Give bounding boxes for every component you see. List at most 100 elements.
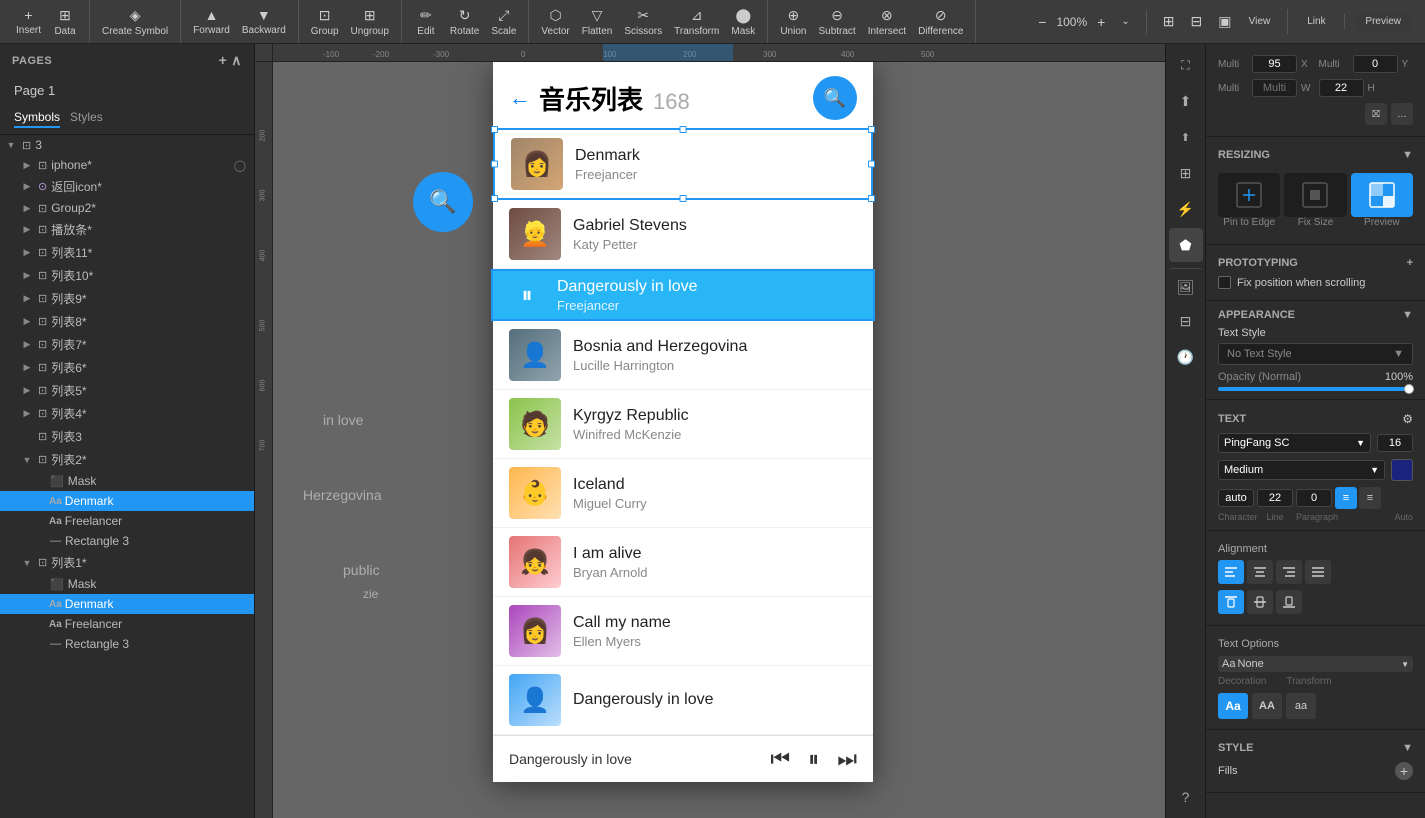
play-pause-button[interactable]: ⏸ (808, 746, 819, 772)
expand-list1-icon[interactable]: ▼ (20, 556, 34, 570)
vector-button[interactable]: ⬡ Vector (535, 5, 575, 39)
fix-size-button[interactable] (1284, 173, 1346, 217)
symbols-nav[interactable]: Symbols (14, 110, 60, 128)
layer-fanhui[interactable]: ▶ ⊙ 返回icon* (0, 175, 254, 198)
transform-AA-button[interactable]: AA (1252, 693, 1282, 719)
grid-view-button[interactable]: ⊟ (1169, 304, 1203, 338)
no-text-style-dropdown[interactable]: No Text Style ▼ (1218, 343, 1413, 365)
layer-list4[interactable]: ▶ ⊡ 列表4* (0, 402, 254, 425)
zoom-dropdown-button[interactable]: ⌄ (1115, 12, 1135, 31)
layer-group2[interactable]: ▶ ⊡ Group2* (0, 198, 254, 218)
page-1-item[interactable]: Page 1 (0, 77, 254, 104)
layer-freelancer-text[interactable]: ▶ Aa Freelancer (0, 511, 254, 531)
spacing-type2-button[interactable]: ≡ (1359, 487, 1381, 509)
next-button[interactable]: ⏭ (837, 746, 857, 772)
group-button[interactable]: ⊡ Group (305, 5, 345, 39)
expand-list6-icon[interactable]: ▶ (20, 361, 34, 375)
transform-aa-lower-button[interactable]: aa (1286, 693, 1316, 719)
ungroup-button[interactable]: ⊞ Ungroup (345, 5, 395, 39)
font-family-dropdown[interactable]: PingFang SC ▼ (1218, 433, 1371, 453)
help-button[interactable]: ? (1169, 780, 1203, 814)
layer-list7[interactable]: ▶ ⊡ 列表7* (0, 333, 254, 356)
canvas-area[interactable]: -100 -200 -300 0 100 200 300 400 500 200… (255, 44, 1165, 818)
layer-list3[interactable]: ▶ ⊡ 列表3 (0, 425, 254, 448)
edit-button[interactable]: ✏ Edit (408, 5, 444, 39)
lock-ratio-button[interactable]: ⛝ (1365, 103, 1387, 125)
expand-group2-icon[interactable]: ▶ (20, 201, 34, 215)
data-button[interactable]: ⊞ Data (47, 5, 83, 39)
scale-button[interactable]: ⤢ Scale (485, 5, 522, 39)
opacity-slider[interactable] (1218, 387, 1413, 391)
share-button[interactable]: ⬆ (1169, 120, 1203, 154)
expand-iphone-icon[interactable]: ▶ (20, 158, 34, 172)
layer-rect3b[interactable]: ▶ — Rectangle 3 (0, 634, 254, 654)
appearance-header[interactable]: APPEARANCE ▼ (1218, 309, 1413, 327)
image-button[interactable]: 🖼 (1169, 268, 1203, 302)
w-input[interactable] (1252, 79, 1297, 97)
search-button-right[interactable]: 🔍 (813, 76, 857, 120)
intersect-button[interactable]: ⊗ Intersect (862, 5, 912, 39)
layer-list10[interactable]: ▶ ⊡ 列表10* (0, 264, 254, 287)
expand-list10-icon[interactable]: ▶ (20, 269, 34, 283)
subtract-button[interactable]: ⊖ Subtract (812, 5, 861, 39)
style-header[interactable]: STYLE ▼ (1206, 738, 1425, 758)
export-button[interactable]: ⬆ (1169, 84, 1203, 118)
y-input[interactable] (1353, 55, 1398, 73)
music-item-playing[interactable]: ⏸ Dangerously in love Freejancer (493, 269, 873, 321)
styles-nav[interactable]: Styles (70, 110, 103, 128)
layer-freelancer-text2[interactable]: ▶ Aa Freelancer (0, 614, 254, 634)
font-weight-dropdown[interactable]: Medium ▼ (1218, 460, 1385, 480)
union-button[interactable]: ⊕ Union (774, 5, 812, 39)
layer-denmark-text2[interactable]: ▶ Aa Denmark (0, 594, 254, 614)
expand-3-icon[interactable]: ▼ (4, 138, 18, 152)
prototyping-header[interactable]: PROTOTYPING + (1206, 253, 1425, 273)
expand-list7-icon[interactable]: ▶ (20, 338, 34, 352)
char-input[interactable] (1218, 489, 1254, 507)
expand-bofang-icon[interactable]: ▶ (20, 223, 34, 237)
line-input[interactable] (1257, 489, 1293, 507)
layer-list8[interactable]: ▶ ⊡ 列表8* (0, 310, 254, 333)
resizing-header[interactable]: RESIZING ▼ (1206, 145, 1425, 165)
zoom-in-button[interactable]: + (1091, 10, 1111, 34)
pin-edge-button[interactable] (1218, 173, 1280, 217)
layer-list1[interactable]: ▼ ⊡ 列表1* (0, 551, 254, 574)
backward-button[interactable]: ▼ Backward (236, 5, 292, 38)
expand-fanhui-icon[interactable]: ▶ (20, 180, 34, 194)
music-item-callme[interactable]: 👩 Call my name Ellen Myers (493, 597, 873, 666)
properties-button[interactable]: ⬟ (1169, 228, 1203, 262)
difference-button[interactable]: ⊘ Difference (912, 5, 969, 39)
music-item-iceland[interactable]: 👶 Iceland Miguel Curry (493, 459, 873, 528)
x-input[interactable] (1252, 55, 1297, 73)
expand-list11-icon[interactable]: ▶ (20, 246, 34, 260)
spacing-type1-button[interactable]: ≡ (1335, 487, 1357, 509)
history-button[interactable]: 🕐 (1169, 340, 1203, 374)
flatten-button[interactable]: ▽ Flatten (576, 5, 619, 39)
layer-list6[interactable]: ▶ ⊡ 列表6* (0, 356, 254, 379)
fix-scroll-checkbox[interactable] (1218, 276, 1231, 289)
decoration-dropdown[interactable]: Aa None ▼ (1218, 656, 1413, 672)
music-item-denmark[interactable]: 👩 Denmark Freejancer (493, 128, 873, 200)
collapse-pages-button[interactable]: ∧ (231, 52, 242, 69)
search-bubble-left[interactable]: 🔍 (413, 172, 473, 232)
layer-list2[interactable]: ▼ ⊡ 列表2* (0, 448, 254, 471)
resize-button[interactable]: ⊞ (1169, 156, 1203, 190)
expand-list4-icon[interactable]: ▶ (20, 407, 34, 421)
valign-bottom-button[interactable] (1276, 590, 1302, 614)
music-item-kyrgyz[interactable]: 🧑 Kyrgyz Republic Winifred McKenzie (493, 390, 873, 459)
text-gear-icon[interactable]: ⚙ (1402, 412, 1413, 426)
layer-denmark-text[interactable]: ▶ Aa Denmark (0, 491, 254, 511)
music-item-danger2[interactable]: 👤 Dangerously in love (493, 666, 873, 735)
font-size-input[interactable] (1377, 434, 1413, 452)
add-page-button[interactable]: + (219, 52, 228, 69)
layer-iphone[interactable]: ▶ ⊡ iphone* ◯ (0, 155, 254, 175)
fit-page-button[interactable]: ⛶ (1169, 48, 1203, 82)
align-center-button[interactable] (1247, 560, 1273, 584)
text-color-swatch[interactable] (1391, 459, 1413, 481)
layer-bofang[interactable]: ▶ ⊡ 播放条* (0, 218, 254, 241)
scissors-button[interactable]: ✂ Scissors (618, 5, 668, 39)
layer-list5[interactable]: ▶ ⊡ 列表5* (0, 379, 254, 402)
pause-icon[interactable]: ⏸ (509, 277, 545, 313)
visibility-icon[interactable]: ◯ (234, 159, 246, 172)
more-options-button[interactable]: … (1391, 103, 1413, 125)
layer-mask-list2[interactable]: ▶ ⬛ Mask (0, 471, 254, 491)
